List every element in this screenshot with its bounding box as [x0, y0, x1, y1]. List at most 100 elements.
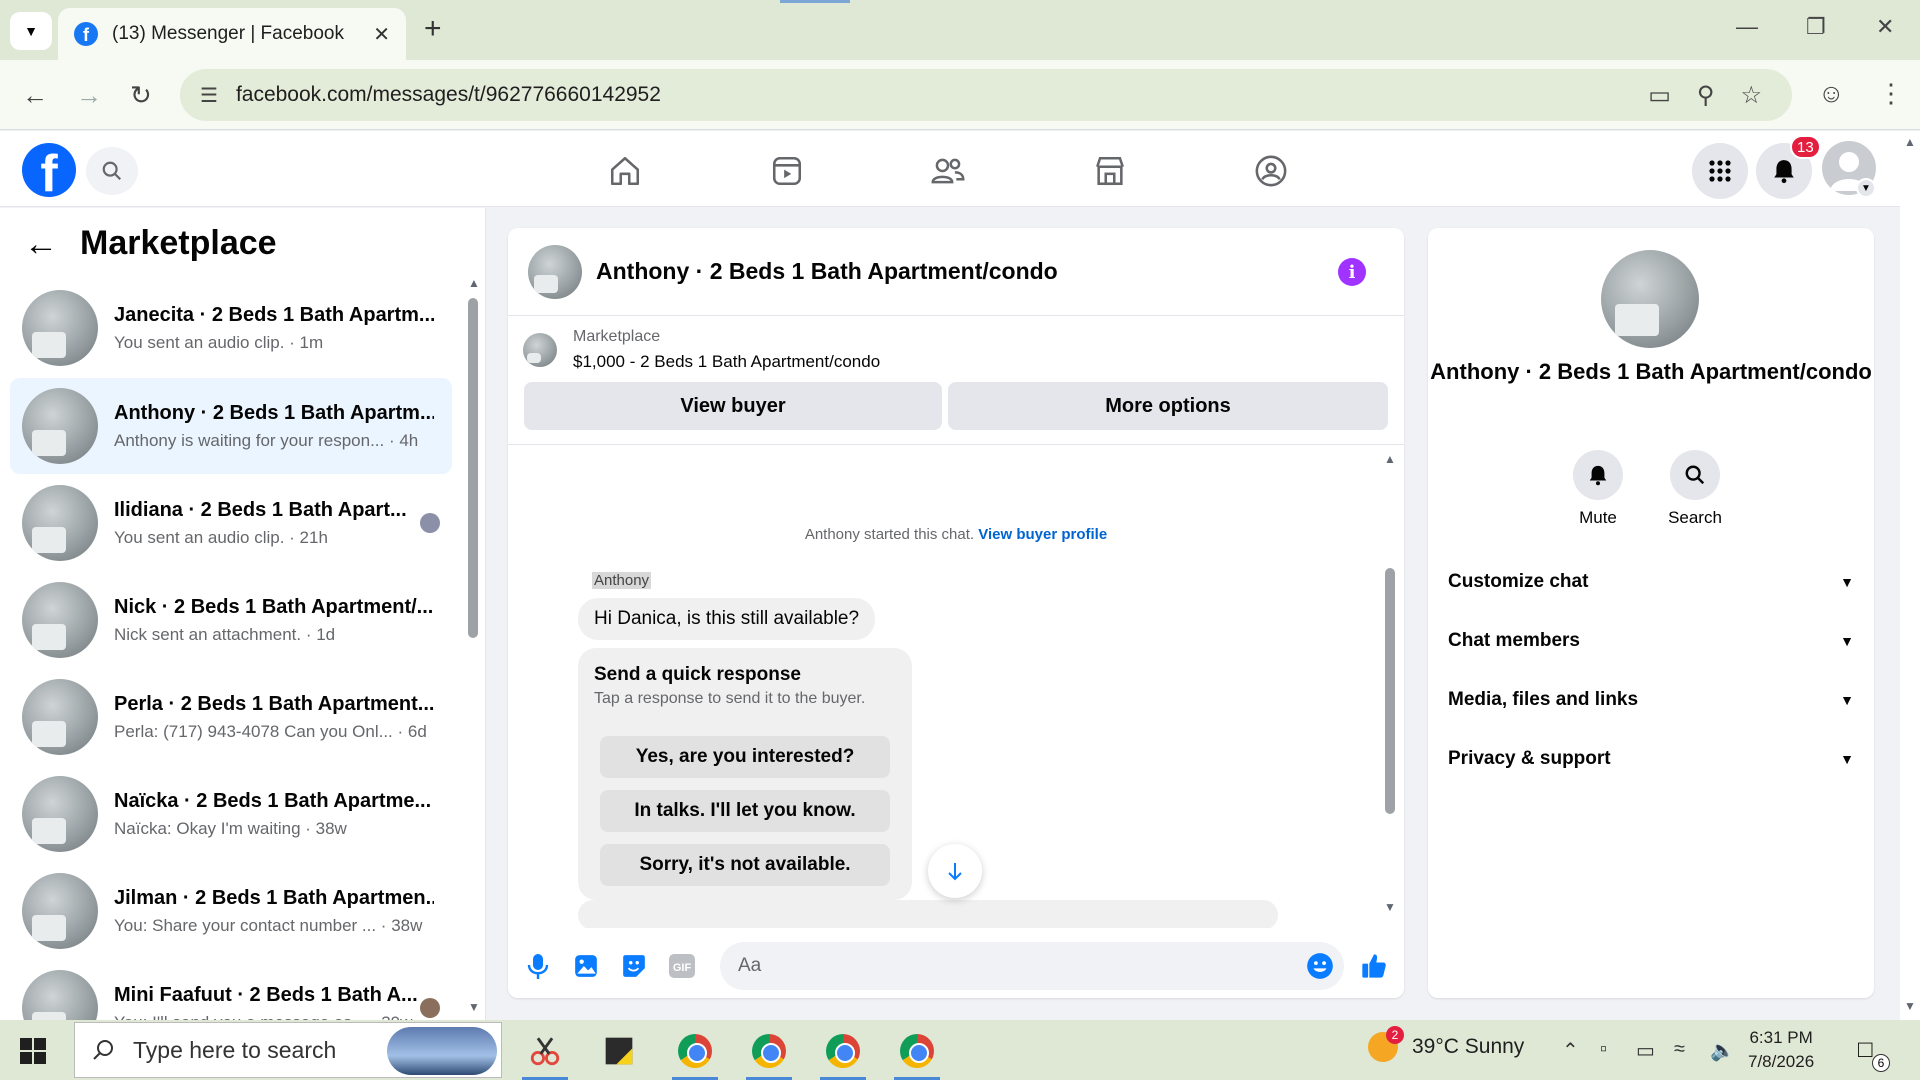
url-text[interactable]: facebook.com/messages/t/962776660142952 [236, 83, 661, 107]
customize-chat-section[interactable]: Customize chat ▼ [1448, 560, 1854, 604]
taskbar-app-snipping[interactable] [516, 1028, 574, 1080]
restore-icon[interactable]: ❐ [1806, 14, 1826, 40]
menu-button[interactable] [1692, 143, 1748, 199]
browser-tab-bar: ▼ f (13) Messenger | Facebook ✕ + — ❐ ✕ [0, 0, 1920, 60]
seen-avatar [420, 998, 440, 1018]
quick-response-button[interactable]: In talks. I'll let you know. [600, 790, 890, 832]
profile-icon[interactable]: ☺ [1818, 78, 1845, 109]
avatar [22, 388, 98, 464]
scroll-down-arrow-icon[interactable]: ▼ [1904, 999, 1916, 1013]
mute-button[interactable]: Mute [1558, 450, 1638, 528]
taskbar-app-chrome[interactable] [814, 1028, 872, 1080]
action-center-icon[interactable]: □ [1858, 1036, 1873, 1064]
conversation-item[interactable]: Perla · 2 Beds 1 Bath Apartment... Perla:… [10, 669, 452, 765]
close-window-icon[interactable]: ✕ [1876, 14, 1894, 40]
meet-now-icon[interactable]: ▫ [1600, 1038, 1607, 1061]
more-options-button[interactable]: More options [948, 382, 1388, 430]
gif-icon[interactable]: GIF [668, 952, 696, 980]
info-icon[interactable]: i [1338, 258, 1366, 286]
tab-title: (13) Messenger | Facebook [112, 23, 344, 44]
conversation-list-panel: ← Marketplace Janecita · 2 Beds 1 Bath A… [0, 208, 486, 1046]
reload-icon[interactable]: ↻ [130, 80, 152, 110]
scroll-to-bottom-button[interactable] [928, 844, 982, 898]
chat-avatar[interactable] [528, 244, 582, 299]
quick-response-button[interactable]: Yes, are you interested? [600, 736, 890, 778]
nav-friends[interactable] [918, 151, 978, 191]
notification-count-badge: 13 [1790, 135, 1821, 159]
tab-search-button[interactable]: ▼ [10, 12, 52, 50]
weather-widget[interactable]: 2 39°C Sunny [1368, 1026, 1524, 1062]
sticker-icon[interactable] [620, 952, 648, 980]
conversation-item[interactable]: Nick · 2 Beds 1 Bath Apartment/... Nick s… [10, 572, 452, 668]
taskbar-app-chrome[interactable] [740, 1028, 798, 1080]
view-buyer-profile-link[interactable]: View buyer profile [978, 526, 1107, 543]
message-input[interactable] [720, 942, 1344, 990]
chat-members-section[interactable]: Chat members ▼ [1448, 619, 1854, 663]
privacy-support-section[interactable]: Privacy & support ▼ [1448, 737, 1854, 781]
clock-time: 6:31 PM [1749, 1028, 1813, 1047]
minimize-icon[interactable]: — [1736, 14, 1758, 40]
nav-groups[interactable] [1241, 151, 1301, 191]
taskbar-app-sticky-notes[interactable] [590, 1028, 648, 1074]
taskbar-search-box[interactable]: Type here to search [74, 1022, 502, 1078]
search-in-conversation-button[interactable]: Search [1655, 450, 1735, 528]
marketplace-label: Marketplace [573, 328, 661, 345]
scroll-down-arrow-icon[interactable]: ▼ [1384, 900, 1396, 914]
scroll-up-arrow-icon[interactable]: ▲ [1904, 135, 1916, 149]
media-files-links-section[interactable]: Media, files and links ▼ [1448, 678, 1854, 722]
chat-scrollbar[interactable] [1385, 568, 1395, 814]
arrow-down-icon [948, 863, 962, 881]
address-bar[interactable]: ☰ facebook.com/messages/t/96277666014295… [180, 69, 1792, 121]
scroll-up-arrow-icon[interactable]: ▲ [468, 276, 480, 290]
taskbar-clock[interactable]: 6:31 PM 7/8/2026 [1748, 1026, 1814, 1074]
windows-taskbar: Type here to search 2 39°C Sunny ⌃ ▫ ▭ ≈… [0, 1020, 1920, 1080]
chevron-up-icon[interactable]: ⌃ [1562, 1038, 1579, 1063]
site-info-icon[interactable]: ☰ [200, 83, 218, 108]
close-tab-icon[interactable]: ✕ [373, 22, 390, 47]
nav-video[interactable] [757, 151, 817, 191]
conversation-item[interactable]: Jilman · 2 Beds 1 Bath Apartmen... You: S… [10, 863, 452, 959]
browser-tab[interactable]: f (13) Messenger | Facebook ✕ [58, 8, 406, 60]
facebook-logo-icon[interactable]: f [22, 143, 76, 197]
new-tab-button[interactable]: + [424, 14, 442, 44]
chat-title[interactable]: Anthony · 2 Beds 1 Bath Apartment/condo [596, 258, 1058, 285]
thumbs-up-icon[interactable] [1360, 952, 1388, 980]
zoom-icon[interactable]: ⚲ [1697, 81, 1715, 110]
weather-badge: 2 [1386, 1026, 1404, 1044]
battery-icon[interactable]: ▭ [1636, 1038, 1655, 1063]
conversation-preview: You sent an audio clip. · 21h [114, 527, 328, 547]
conversation-item[interactable]: Naïcka · 2 Beds 1 Bath Apartme... Naïcka:… [10, 766, 452, 862]
conversation-item-active[interactable]: Anthony · 2 Beds 1 Bath Apartm... Anthony… [10, 378, 452, 474]
message-bubble[interactable]: Hi Danica, is this still available? [578, 598, 876, 640]
conversation-item[interactable]: Janecita · 2 Beds 1 Bath Apartm... You se… [10, 280, 452, 376]
info-avatar [1601, 250, 1699, 348]
facebook-search-button[interactable] [86, 147, 138, 195]
grid-menu-icon [1709, 160, 1731, 182]
wifi-icon[interactable]: ≈ [1674, 1038, 1685, 1061]
scroll-up-arrow-icon[interactable]: ▲ [1384, 452, 1396, 466]
photo-icon[interactable] [572, 952, 600, 980]
microphone-icon[interactable] [524, 952, 552, 980]
bookmark-star-icon[interactable]: ☆ [1740, 81, 1762, 110]
nav-home[interactable] [595, 151, 655, 191]
install-app-icon[interactable]: ▭ [1648, 81, 1671, 110]
back-icon[interactable]: ← [22, 80, 48, 110]
conversation-item[interactable]: Ilidiana · 2 Beds 1 Bath Apart... You sen… [10, 475, 452, 571]
account-chevron-icon[interactable]: ▼ [1856, 178, 1876, 198]
view-buyer-button[interactable]: View buyer [524, 382, 942, 430]
forward-icon[interactable]: → [76, 80, 102, 110]
menu-kebab-icon[interactable]: ⋮ [1878, 78, 1904, 109]
volume-icon[interactable]: 🔈 [1710, 1038, 1735, 1063]
taskbar-app-chrome[interactable] [666, 1028, 724, 1080]
back-arrow-icon[interactable]: ← [24, 227, 58, 261]
quick-response-button[interactable]: Sorry, it's not available. [600, 844, 890, 886]
quick-response-card: Send a quick response Tap a response to … [578, 648, 912, 900]
taskbar-app-chrome[interactable] [888, 1028, 946, 1080]
conversation-preview: Anthony is waiting for your respon... · … [114, 430, 419, 450]
scroll-down-arrow-icon[interactable]: ▼ [468, 1000, 480, 1014]
windows-start-icon[interactable] [20, 1038, 46, 1064]
emoji-icon[interactable] [1306, 952, 1334, 980]
conversation-list-scrollbar[interactable] [468, 298, 478, 638]
page-scrollbar[interactable]: ▲ ▼ [1900, 131, 1920, 1020]
nav-marketplace[interactable] [1080, 151, 1140, 191]
